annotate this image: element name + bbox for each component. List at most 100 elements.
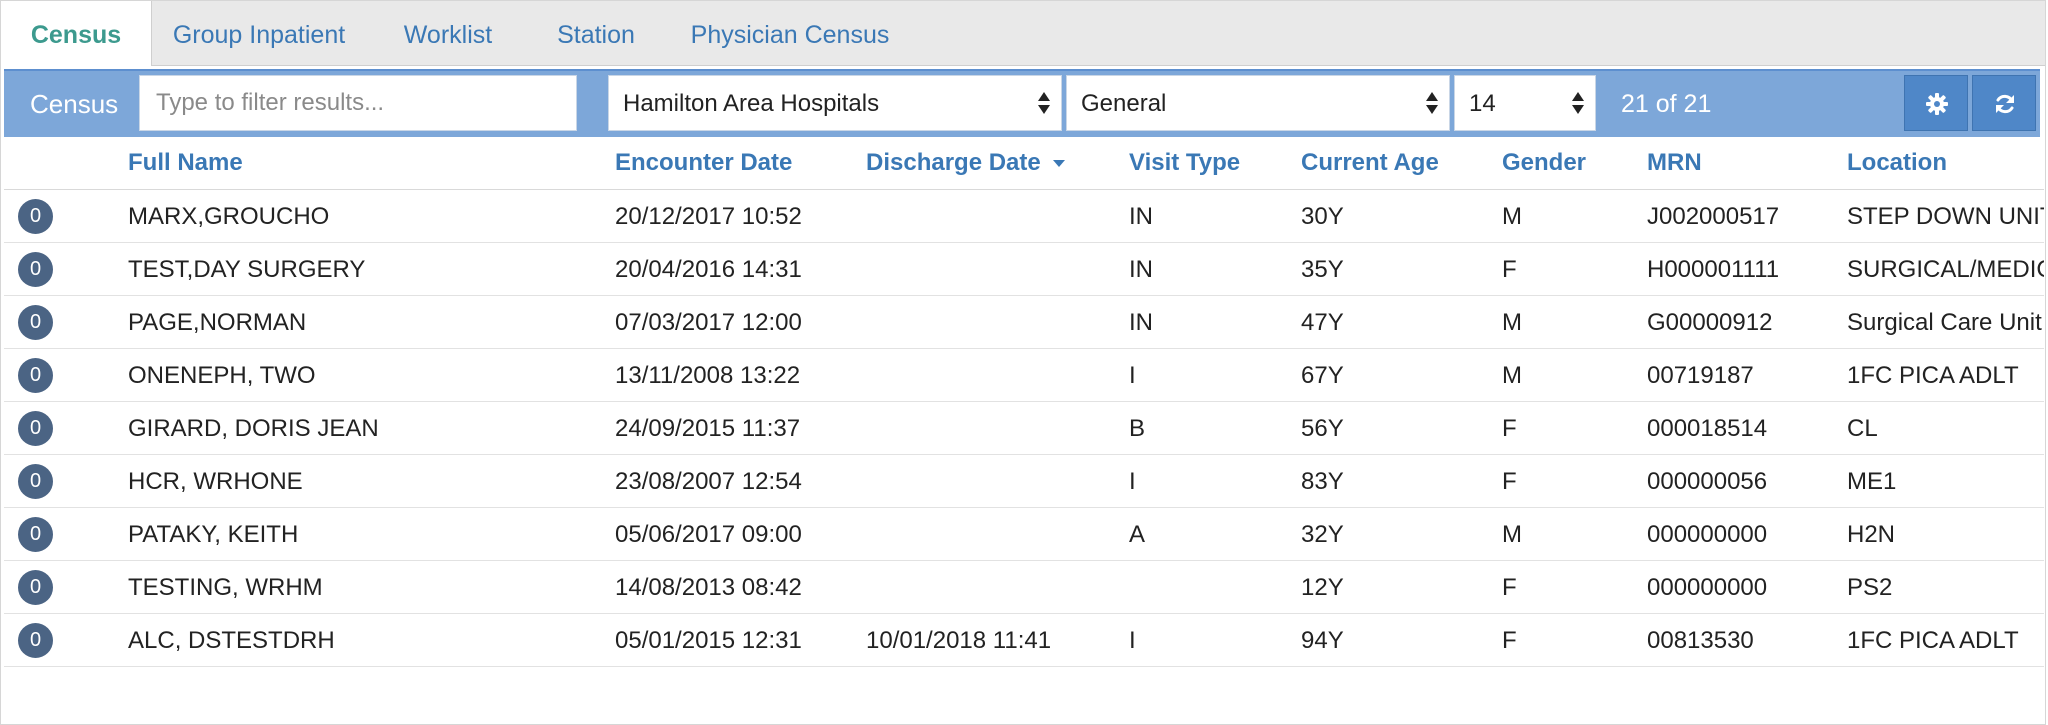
count-badge[interactable]: 0 xyxy=(18,358,53,393)
result-count: 21 of 21 xyxy=(1621,90,1712,118)
column-header-location[interactable]: Location xyxy=(1847,137,1947,189)
cell-current-age: 67Y xyxy=(1301,362,1344,389)
census-toolbar: Census Hamilton Area Hospitals General 1… xyxy=(4,69,2040,137)
cell-mrn: J002000517 xyxy=(1647,203,1780,230)
column-header-mrn[interactable]: MRN xyxy=(1647,137,1702,189)
census-app: Census Group Inpatient Worklist Station … xyxy=(0,0,2046,725)
cell-full-name: TEST,DAY SURGERY xyxy=(128,256,366,283)
count-badge[interactable]: 0 xyxy=(18,199,53,234)
settings-button[interactable] xyxy=(1904,75,1968,131)
table-row[interactable]: 0 ALC, DSTESTDRH 05/01/2015 12:31 10/01/201… xyxy=(4,614,2044,667)
count-badge[interactable]: 0 xyxy=(18,252,53,287)
cell-gender: F xyxy=(1502,468,1517,495)
cell-discharge-date xyxy=(866,296,1116,348)
table-header: Full Name Encounter Date Discharge Date … xyxy=(4,137,2044,190)
cell-discharge-date xyxy=(866,402,1116,454)
cell-gender: M xyxy=(1502,203,1522,230)
table-row[interactable]: 0 TEST,DAY SURGERY 20/04/2016 14:31 IN 35Y F H… xyxy=(4,243,2044,296)
toolbar-title: Census xyxy=(30,89,119,119)
cell-visit-type: IN xyxy=(1129,203,1153,230)
cell-encounter-date: 07/03/2017 12:00 xyxy=(615,309,802,336)
column-header-discharge-date-label: Discharge Date xyxy=(866,149,1041,176)
table-row[interactable]: 0 PATAKY, KEITH 05/06/2017 09:00 A 32Y M 00000… xyxy=(4,508,2044,561)
cell-mrn: 000000056 xyxy=(1647,468,1768,495)
select-arrows-icon xyxy=(1037,90,1051,118)
count-badge[interactable]: 0 xyxy=(18,570,53,605)
hospital-select-value: Hamilton Area Hospitals xyxy=(623,90,880,117)
count-badge[interactable]: 0 xyxy=(18,517,53,552)
cell-visit-type: I xyxy=(1129,468,1136,495)
cell-encounter-date: 24/09/2015 11:37 xyxy=(615,415,801,442)
cell-location: SURGICAL/MEDIC xyxy=(1847,256,2044,283)
cell-mrn: 000000000 xyxy=(1647,574,1768,601)
census-table-body: 0 MARX,GROUCHO 20/12/2017 10:52 IN 30Y M J0020… xyxy=(4,190,2044,667)
cell-current-age: 35Y xyxy=(1301,256,1344,283)
cell-encounter-date: 14/08/2013 08:42 xyxy=(615,574,802,601)
cell-encounter-date: 23/08/2007 12:54 xyxy=(615,468,802,495)
column-header-full-name[interactable]: Full Name xyxy=(128,137,243,189)
cell-encounter-date: 20/12/2017 10:52 xyxy=(615,203,802,230)
cell-location: 1FC PICA ADLT xyxy=(1847,362,2019,389)
cell-visit-type: A xyxy=(1129,521,1146,548)
days-select-value: 14 xyxy=(1469,90,1496,117)
table-row[interactable]: 0 ONENEPH, TWO 13/11/2008 13:22 I 67Y M 007191… xyxy=(4,349,2044,402)
column-header-discharge-date[interactable]: Discharge Date xyxy=(866,137,1065,189)
cell-visit-type: IN xyxy=(1129,309,1153,336)
tab-group-inpatient[interactable]: Group Inpatient xyxy=(159,1,359,65)
count-badge[interactable]: 0 xyxy=(18,464,53,499)
cell-location: STEP DOWN UNIT xyxy=(1847,203,2044,230)
tab-census[interactable]: Census xyxy=(1,1,152,66)
column-header-gender[interactable]: Gender xyxy=(1502,137,1586,189)
tab-worklist[interactable]: Worklist xyxy=(389,1,507,65)
cell-mrn: 000018514 xyxy=(1647,415,1768,442)
cell-mrn: G00000912 xyxy=(1647,309,1773,336)
hospital-select[interactable]: Hamilton Area Hospitals xyxy=(608,75,1062,131)
cell-discharge-date xyxy=(866,349,1116,401)
cell-discharge-date xyxy=(866,508,1116,560)
table-row[interactable]: 0 PAGE,NORMAN 07/03/2017 12:00 IN 47Y M G00000… xyxy=(4,296,2044,349)
tab-physician-census[interactable]: Physician Census xyxy=(681,1,899,65)
category-select[interactable]: General xyxy=(1066,75,1450,131)
cell-location: H2N xyxy=(1847,521,1896,548)
cell-mrn: 00719187 xyxy=(1647,362,1754,389)
count-badge[interactable]: 0 xyxy=(18,411,53,446)
count-badge[interactable]: 0 xyxy=(18,305,53,340)
category-select-value: General xyxy=(1081,90,1167,117)
cell-location: PS2 xyxy=(1847,574,1893,601)
table-row[interactable]: 0 HCR, WRHONE 23/08/2007 12:54 I 83Y F 0000000… xyxy=(4,455,2044,508)
select-arrows-icon xyxy=(1425,90,1439,118)
sort-descending-icon xyxy=(1052,160,1065,168)
cell-full-name: ONENEPH, TWO xyxy=(128,362,316,389)
cell-location: ME1 xyxy=(1847,468,1897,495)
cell-visit-type: I xyxy=(1129,362,1136,389)
refresh-button[interactable] xyxy=(1972,75,2036,131)
filter-input[interactable] xyxy=(139,75,577,131)
table-row[interactable]: 0 GIRARD, DORIS JEAN 24/09/2015 11:37 B 56Y F… xyxy=(4,402,2044,455)
cell-visit-type: I xyxy=(1129,627,1136,654)
cell-mrn: 000000000 xyxy=(1647,521,1768,548)
cell-visit-type: IN xyxy=(1129,256,1153,283)
tab-bar: Census Group Inpatient Worklist Station … xyxy=(1,1,2045,66)
cell-visit-type xyxy=(1129,561,1289,613)
cell-current-age: 30Y xyxy=(1301,203,1344,230)
table-row[interactable]: 0 MARX,GROUCHO 20/12/2017 10:52 IN 30Y M J0020… xyxy=(4,190,2044,243)
days-select[interactable]: 14 xyxy=(1454,75,1596,131)
cell-gender: M xyxy=(1502,521,1522,548)
cell-current-age: 83Y xyxy=(1301,468,1344,495)
column-header-current-age[interactable]: Current Age xyxy=(1301,137,1439,189)
cell-location: Surgical Care Unit xyxy=(1847,309,2042,336)
column-header-encounter-date[interactable]: Encounter Date xyxy=(615,137,792,189)
cell-full-name: ALC, DSTESTDRH xyxy=(128,627,335,654)
cell-current-age: 12Y xyxy=(1301,574,1344,601)
cell-current-age: 47Y xyxy=(1301,309,1344,336)
cell-location: 1FC PICA ADLT xyxy=(1847,627,2019,654)
cell-full-name: HCR, WRHONE xyxy=(128,468,303,495)
cell-gender: F xyxy=(1502,627,1517,654)
cell-gender: F xyxy=(1502,415,1517,442)
column-header-visit-type[interactable]: Visit Type xyxy=(1129,137,1240,189)
cell-mrn: 00813530 xyxy=(1647,627,1754,654)
table-row[interactable]: 0 TESTING, WRHM 14/08/2013 08:42 12Y F 000000… xyxy=(4,561,2044,614)
tab-station[interactable]: Station xyxy=(541,1,651,65)
cell-full-name: TESTING, WRHM xyxy=(128,574,323,601)
count-badge[interactable]: 0 xyxy=(18,623,53,658)
